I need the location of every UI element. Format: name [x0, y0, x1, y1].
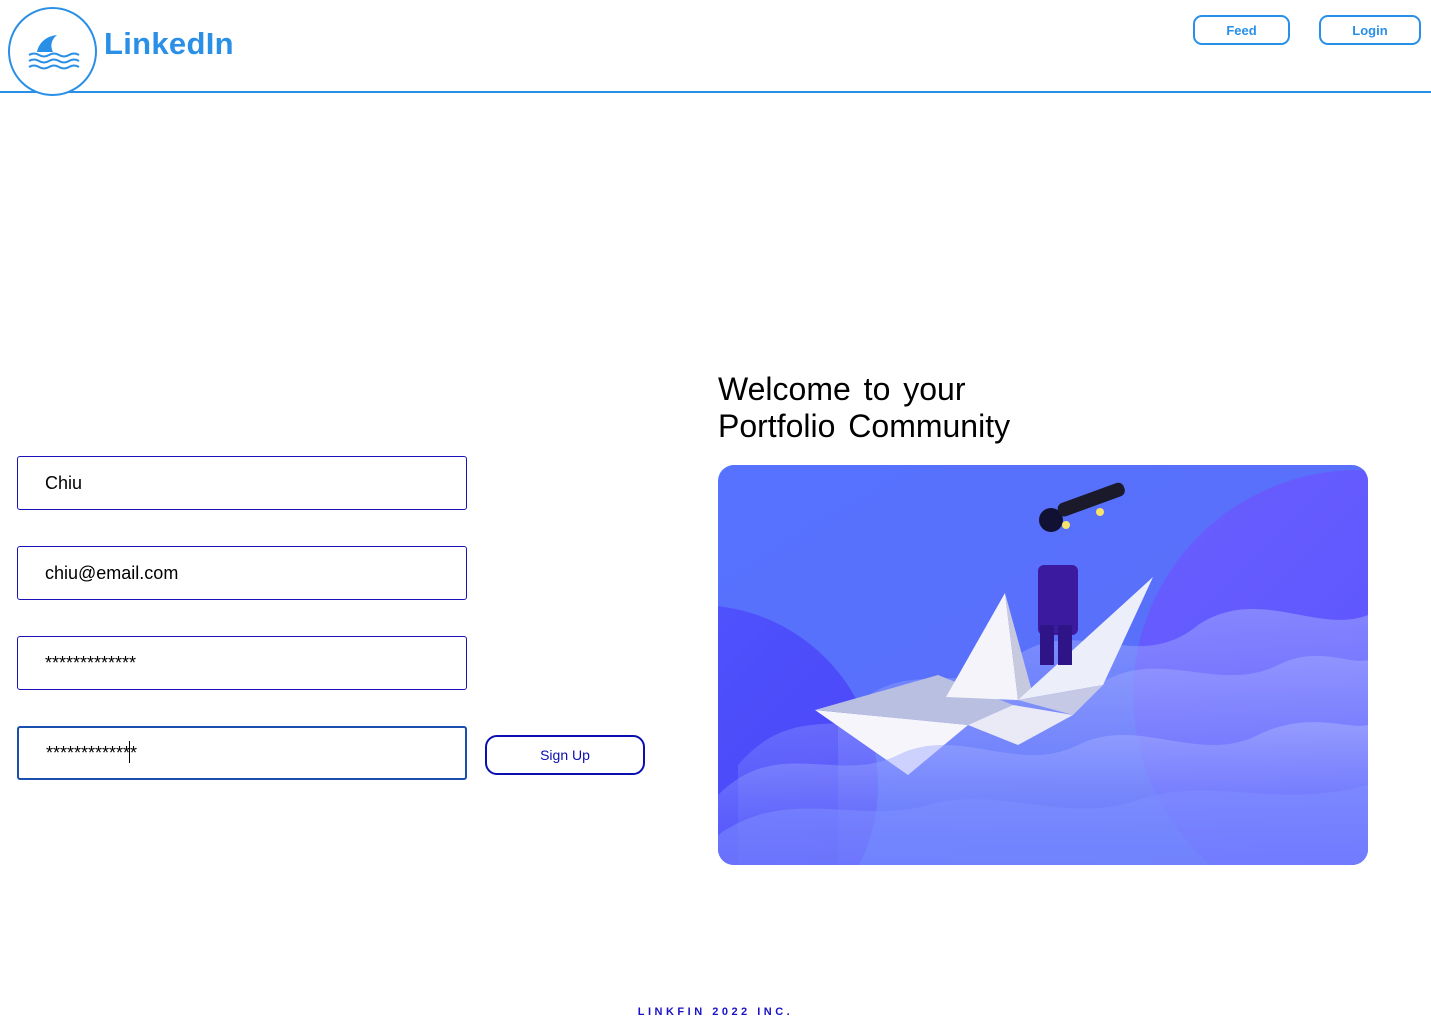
welcome-heading: Welcome to your Portfolio Community [718, 371, 1010, 445]
password-input[interactable] [17, 636, 467, 690]
logo[interactable] [8, 7, 97, 96]
welcome-line-2: Portfolio Community [718, 408, 1011, 444]
paper-boat-explorer-illustration [718, 465, 1368, 865]
brand-name[interactable]: LinkedIn [104, 26, 234, 62]
signup-page: LinkedIn Feed Login Sign Up Welcome to y… [0, 0, 1431, 1026]
feed-button[interactable]: Feed [1193, 15, 1290, 45]
footer-text: LINKFIN 2022 INC. [637, 1006, 794, 1018]
header: LinkedIn Feed Login [0, 0, 1431, 96]
text-caret [129, 741, 130, 763]
shark-fin-waves-icon [27, 34, 80, 69]
confirm-password-input[interactable] [17, 726, 467, 780]
hero-illustration [718, 465, 1368, 865]
name-input[interactable] [17, 456, 467, 510]
sign-up-button[interactable]: Sign Up [485, 735, 645, 775]
email-input[interactable] [17, 546, 467, 600]
welcome-line-1: Welcome to your [718, 371, 966, 407]
login-button[interactable]: Login [1319, 15, 1421, 45]
